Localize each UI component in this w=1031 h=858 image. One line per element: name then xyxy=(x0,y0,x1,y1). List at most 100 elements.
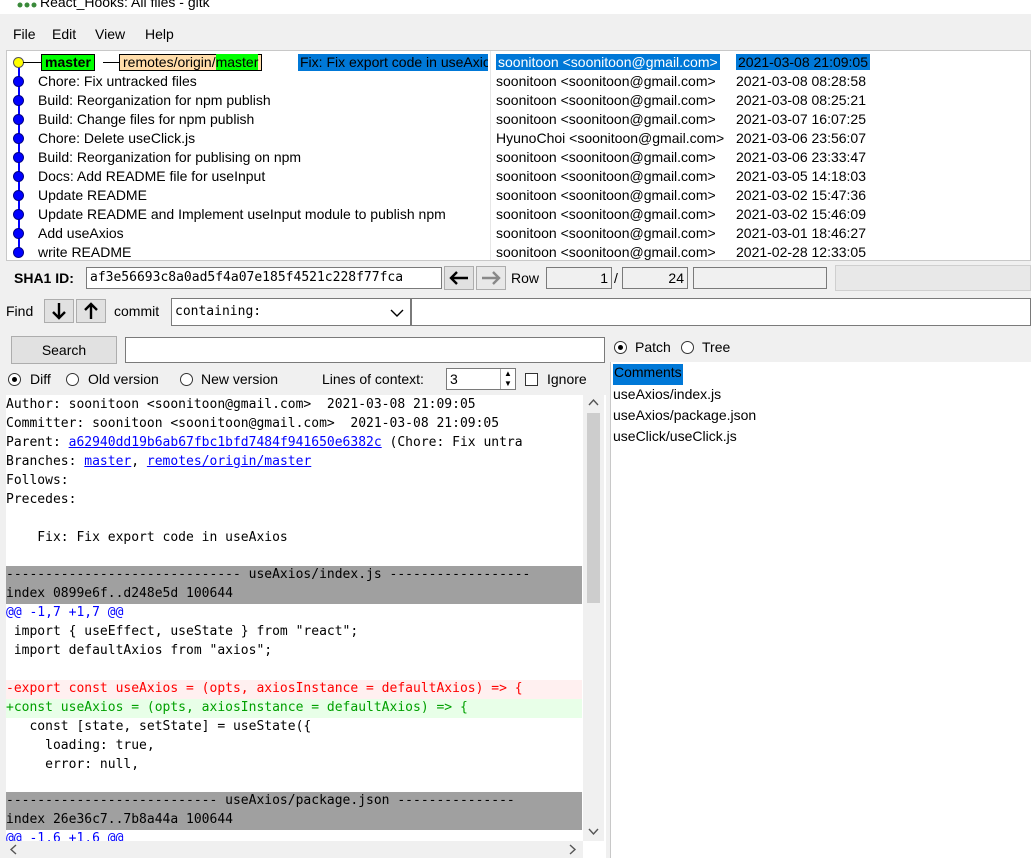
scroll-right-icon[interactable] xyxy=(564,841,580,858)
find-prev-button[interactable] xyxy=(76,299,106,323)
tree-radio[interactable] xyxy=(681,341,694,354)
ref-tag-master[interactable]: master xyxy=(41,54,95,71)
parent-summary: (Chore: Fix untra xyxy=(381,435,523,450)
file-item[interactable]: useAxios/package.json xyxy=(613,407,756,428)
diff-radio[interactable] xyxy=(8,373,21,386)
commit-message: Add useAxios xyxy=(38,225,124,241)
new-version-label: New version xyxy=(201,371,279,387)
ignore-label: Ignore xyxy=(547,371,587,387)
commit-node xyxy=(13,114,24,125)
arrow-right-icon xyxy=(482,271,501,285)
find-mode-select[interactable]: containing: xyxy=(171,298,411,326)
commit-row[interactable]: Build: Reorganization for npm publish xyxy=(7,89,490,108)
spinner-arrows-icon[interactable]: ▲ ▼ xyxy=(500,369,515,389)
commit-row[interactable]: Update README xyxy=(7,184,490,203)
commit-row[interactable]: write README xyxy=(7,241,490,260)
ref-tag-remote[interactable]: remotes/origin/master xyxy=(119,54,263,71)
commit-message: Fix: Fix export code in useAxios xyxy=(298,54,488,71)
progress-field xyxy=(693,267,827,289)
file-item-comments[interactable]: Comments xyxy=(613,364,683,385)
scroll-left-icon[interactable] xyxy=(6,841,22,858)
commit-list[interactable]: master remotes/origin/master Fix: Fix ex… xyxy=(6,50,1031,261)
context-spinbox[interactable]: 3 ▲ ▼ xyxy=(446,368,516,390)
diff-vertical-scrollbar[interactable] xyxy=(583,395,604,841)
diff-pane[interactable]: Author: soonitoon <soonitoon@gmail.com> … xyxy=(6,395,606,858)
commit-row[interactable]: Build: Change files for npm publish xyxy=(7,108,490,127)
forward-button[interactable] xyxy=(476,266,506,290)
commit-author: soonitoon <soonitoon@gmail.com> xyxy=(496,168,716,184)
tree-label: Tree xyxy=(702,339,731,355)
diff-line-parent: Parent: a62940dd19b6ab67fbc1bfd7484f9416… xyxy=(6,434,582,453)
commit-author-pane[interactable]: soonitoon <soonitoon@gmail.com> soonitoo… xyxy=(494,51,731,260)
commit-row[interactable]: Update README and Implement useInput mod… xyxy=(7,203,490,222)
find-next-button[interactable] xyxy=(44,299,74,323)
context-value: 3 xyxy=(450,371,458,387)
commit-date: 2021-03-07 16:07:25 xyxy=(736,111,866,127)
status-area xyxy=(835,265,1031,291)
context-line: import defaultAxios from "axios"; xyxy=(6,643,273,658)
commit-node xyxy=(13,76,24,87)
scroll-up-icon[interactable] xyxy=(583,395,604,411)
commit-row[interactable]: Build: Reorganization for publising on n… xyxy=(7,146,490,165)
commit-node xyxy=(13,152,24,163)
patch-radio[interactable] xyxy=(614,341,627,354)
arrow-left-icon xyxy=(449,271,468,285)
commit-date: 2021-03-08 08:25:21 xyxy=(736,92,866,108)
commit-date: 2021-02-28 12:33:05 xyxy=(736,244,866,260)
commit-row[interactable]: Chore: Delete useClick.js xyxy=(7,127,490,146)
commit-message: Build: Change files for npm publish xyxy=(38,111,255,127)
row-total-field: 24 xyxy=(622,267,688,289)
commit-date-pane[interactable]: 2021-03-08 21:09:05 2021-03-08 08:28:58 … xyxy=(734,51,1030,260)
diff-horizontal-scrollbar[interactable] xyxy=(6,841,583,858)
gitk-app-icon xyxy=(17,2,37,8)
commit-subject-line: Fix: Fix export code in useAxios xyxy=(6,530,288,545)
diff-radio-label: Diff xyxy=(30,371,51,387)
scroll-down-icon[interactable] xyxy=(583,823,604,839)
commit-row[interactable]: Add useAxios xyxy=(7,222,490,241)
commit-date: 2021-03-02 15:46:09 xyxy=(736,206,866,222)
context-line: error: null, xyxy=(6,757,140,772)
file-index-line: index 0899e6f..d248e5d 100644 xyxy=(6,585,582,604)
commit-author: soonitoon <soonitoon@gmail.com> xyxy=(496,206,716,222)
diff-line-branches: Branches: master, remotes/origin/master xyxy=(6,453,582,472)
commit-date: 2021-03-01 18:46:27 xyxy=(736,225,866,241)
parent-label: Parent: xyxy=(6,435,69,450)
branch-link-master[interactable]: master xyxy=(84,454,131,469)
back-button[interactable] xyxy=(444,266,474,290)
changed-files-list[interactable]: Comments useAxios/index.js useAxios/pack… xyxy=(610,362,1031,858)
sha-label: SHA1 ID: xyxy=(14,270,74,286)
commit-message: Update README xyxy=(38,187,147,203)
commit-graph-pane[interactable]: master remotes/origin/master Fix: Fix ex… xyxy=(7,51,491,260)
commit-message: Build: Reorganization for npm publish xyxy=(38,92,271,108)
parent-link[interactable]: a62940dd19b6ab67fbc1bfd7484f941650e6382c xyxy=(69,435,382,450)
commit-date: 2021-03-06 23:33:47 xyxy=(736,149,866,165)
commit-date: 2021-03-02 15:47:36 xyxy=(736,187,866,203)
commit-message: Docs: Add README file for useInput xyxy=(38,168,266,184)
menu-file[interactable]: File xyxy=(13,26,36,42)
menu-view[interactable]: View xyxy=(95,26,125,42)
menu-edit[interactable]: Edit xyxy=(52,26,76,42)
file-item[interactable]: useClick/useClick.js xyxy=(613,428,737,449)
commit-row[interactable]: master remotes/origin/master Fix: Fix ex… xyxy=(7,51,490,71)
search-input[interactable] xyxy=(125,337,605,363)
find-type-label: commit xyxy=(114,303,160,319)
branch-link-remote[interactable]: remotes/origin/master xyxy=(147,454,311,469)
diff-line: Author: soonitoon <soonitoon@gmail.com> … xyxy=(6,397,476,412)
commit-node xyxy=(13,95,24,106)
new-version-radio[interactable] xyxy=(180,373,193,386)
old-version-radio[interactable] xyxy=(66,373,79,386)
ignore-checkbox[interactable] xyxy=(525,373,538,386)
menu-help[interactable]: Help xyxy=(145,26,174,42)
hunk-header: @@ -1,7 +1,7 @@ xyxy=(6,605,124,620)
file-item[interactable]: useAxios/index.js xyxy=(613,386,721,407)
branches-separator: , xyxy=(131,454,147,469)
window-title: React_Hooks: All files - gitk xyxy=(40,0,210,10)
search-button[interactable]: Search xyxy=(11,336,117,364)
sha-field[interactable]: af3e56693c8a0ad5f4a07e185f4521c228f77fca xyxy=(86,267,442,289)
diff-text[interactable]: Author: soonitoon <soonitoon@gmail.com> … xyxy=(6,395,582,841)
commit-message: Update README and Implement useInput mod… xyxy=(38,206,446,222)
scrollbar-thumb[interactable] xyxy=(587,413,600,603)
find-input[interactable] xyxy=(411,298,1031,326)
commit-row[interactable]: Docs: Add README file for useInput xyxy=(7,165,490,184)
commit-row[interactable]: Chore: Fix untracked files xyxy=(7,70,490,89)
